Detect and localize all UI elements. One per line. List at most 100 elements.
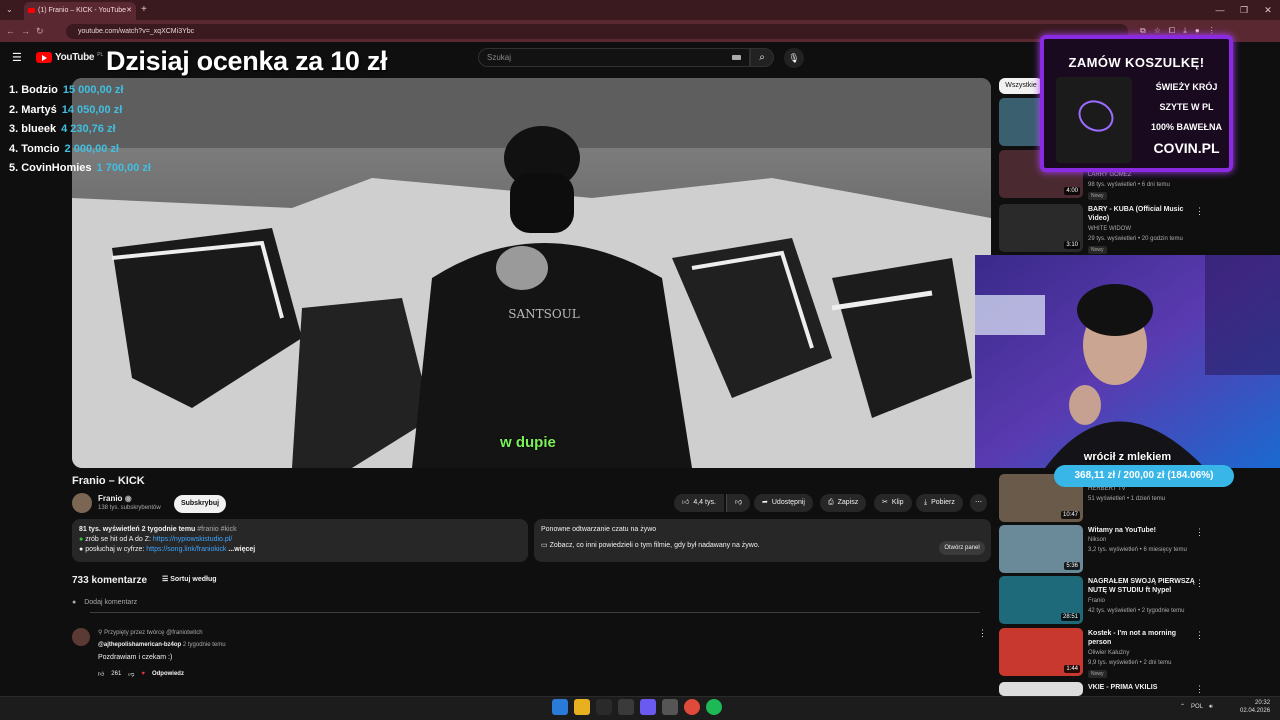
filter-chip-all[interactable]: Wszystkie	[999, 78, 1043, 94]
tray-chevron-icon[interactable]: ⌃	[1180, 699, 1185, 715]
forward-icon[interactable]: →	[21, 26, 36, 36]
video-thumbnail[interactable]: 28:51	[999, 576, 1083, 624]
recommended-video[interactable]: VKIE - PRIMA VKILIS ⋮	[999, 682, 1214, 696]
open-chat-panel-button[interactable]: Otwórz panel	[939, 541, 985, 555]
video-title[interactable]: Kostek - I'm not a morning person	[1088, 629, 1200, 647]
video-thumbnail[interactable]: 1:44	[999, 628, 1083, 676]
tshirt-image	[1056, 77, 1132, 163]
app-icon[interactable]	[662, 699, 678, 715]
more-actions-button[interactable]: ⋯	[970, 494, 987, 512]
more-options-icon[interactable]: ⋮	[1195, 684, 1204, 695]
close-window-icon[interactable]: ✕	[1256, 0, 1280, 20]
video-meta: 29 tys. wyświetleń • 20 godzin temu	[1088, 236, 1183, 242]
start-icon[interactable]	[552, 699, 568, 715]
video-frame-graffiti: SANTSOUL	[72, 78, 991, 468]
channel-avatar[interactable]	[72, 493, 92, 513]
video-channel[interactable]: Franio	[1088, 598, 1105, 604]
video-title[interactable]: Witamy na YouTube!	[1088, 526, 1200, 535]
recommended-video[interactable]: 1:44 Kostek - I'm not a morning person O…	[999, 628, 1214, 680]
recommended-video[interactable]: 5:36 Witamy na YouTube! Nikson 3,2 tys. …	[999, 525, 1214, 577]
comment-author[interactable]: @ajthepolishamerican-bz4op	[98, 642, 181, 648]
subscribe-button[interactable]: Subskrybuj	[174, 495, 226, 513]
browser-tab[interactable]: (1) Franio – KICK - YouTube ✕	[24, 2, 136, 20]
video-duration: 5:36	[1064, 562, 1080, 570]
channel-name-text: Franio	[98, 494, 123, 503]
video-meta: 3,2 tys. wyświetleń • 6 miesięcy temu	[1088, 547, 1187, 553]
youtube-logo[interactable]: YouTube PL	[36, 52, 103, 63]
clip-button[interactable]: ✂ Klip	[874, 494, 912, 512]
like-button[interactable]: 👍︎ 4,4 tys.	[674, 494, 724, 512]
app-icon[interactable]	[618, 699, 634, 715]
more-options-icon[interactable]: ⋮	[1195, 527, 1204, 538]
video-player[interactable]: SANTSOUL	[72, 78, 991, 468]
hashtags[interactable]: #franio #kick	[197, 526, 236, 533]
comment-time[interactable]: 2 tygodnie temu	[183, 642, 226, 648]
maximize-icon[interactable]: ❐	[1232, 0, 1256, 20]
dislike-button[interactable]: 👎︎	[726, 494, 751, 512]
leaderboard-amount: 2 000,00 zł	[64, 142, 119, 155]
svg-text:SANTSOUL: SANTSOUL	[508, 307, 580, 321]
reply-button[interactable]: Odpowiedz	[152, 671, 184, 677]
comment-header: @ajthepolishamerican-bz4op 2 tygodnie te…	[98, 642, 226, 648]
description-stats-line: 81 tys. wyświetleń 2 tygodnie temu #fran…	[79, 525, 521, 535]
video-description[interactable]: 81 tys. wyświetleń 2 tygodnie temu #fran…	[72, 519, 528, 562]
video-thumbnail[interactable]: 5:36	[999, 525, 1083, 573]
leaderboard-name: 5. CovinHomies	[9, 162, 92, 174]
donation-leaderboard: 1. Bodzio 15 000,00 zł 2. Martyś 14 050,00…	[9, 84, 151, 182]
search-input[interactable]: Szukaj	[478, 48, 750, 67]
video-title[interactable]: NAGRAŁEM SWOJĄ PIERWSZĄ NUTĘ W STUDIU ft…	[1088, 577, 1200, 595]
comment-count: 733 komentarze	[72, 575, 148, 586]
commenter-avatar[interactable]	[72, 628, 90, 646]
comment-dislike-icon[interactable]: 👎︎	[128, 670, 134, 678]
channel-name[interactable]: Franio ◉	[98, 494, 132, 503]
app-icon[interactable]	[596, 699, 612, 715]
file-explorer-icon[interactable]	[574, 699, 590, 715]
video-thumbnail[interactable]: 3:10	[999, 204, 1083, 252]
minimize-icon[interactable]: —	[1208, 0, 1232, 20]
recommended-video[interactable]: 28:51 NAGRAŁEM SWOJĄ PIERWSZĄ NUTĘ W STU…	[999, 576, 1214, 628]
recommended-video[interactable]: 3:10 BARY - KUBA (Official Music Video) …	[999, 204, 1214, 256]
reload-icon[interactable]: ↻	[36, 26, 50, 36]
new-tab-icon[interactable]: +	[141, 2, 147, 18]
more-options-icon[interactable]: ⋮	[1195, 578, 1204, 589]
video-thumbnail[interactable]	[999, 682, 1083, 696]
discord-icon[interactable]	[640, 699, 656, 715]
show-more-link[interactable]: ...więcej	[228, 546, 255, 553]
comment-more-icon[interactable]: ⋮	[978, 628, 987, 639]
tab-search-icon[interactable]: ⌄	[6, 2, 13, 18]
video-channel[interactable]: Nikson	[1088, 537, 1106, 543]
studio-link[interactable]: https://nypiowskistudio.pl/	[153, 536, 232, 543]
download-button[interactable]: ⤓ Pobierz	[916, 494, 963, 512]
search-button[interactable]: ⌕	[750, 48, 774, 67]
save-button[interactable]: ⎙ Zapisz	[820, 494, 867, 512]
more-options-icon[interactable]: ⋮	[1195, 206, 1204, 217]
volume-icon[interactable]: 🔊︎	[1209, 699, 1213, 715]
comment-actions: 👍︎ 261 👎︎ ♥ Odpowiedz	[98, 670, 184, 678]
add-comment-field[interactable]: ● Dodaj komentarz	[72, 599, 137, 606]
share-button[interactable]: ➦ Udostępnij	[754, 494, 813, 512]
voice-search-button[interactable]: 🎙︎	[784, 48, 804, 68]
comment-like-icon[interactable]: 👍︎	[98, 670, 104, 678]
video-channel[interactable]: WHITE WIDOW	[1088, 226, 1131, 232]
more-options-icon[interactable]: ⋮	[1195, 630, 1204, 641]
download-icon: ⤓	[924, 499, 928, 506]
song-link[interactable]: https://song.link/franiokick	[146, 546, 226, 553]
hamburger-menu-icon[interactable]: ☰	[12, 51, 22, 64]
close-tab-icon[interactable]: ✕	[126, 2, 132, 20]
video-channel[interactable]: Oliwier Kałużny	[1088, 650, 1129, 656]
chrome-icon[interactable]	[684, 699, 700, 715]
video-title[interactable]: VKIE - PRIMA VKILIS	[1088, 683, 1200, 692]
system-tray: ⌃ POL 🔊︎	[1180, 699, 1213, 715]
video-channel[interactable]: LARRY GOMEZ	[1088, 172, 1131, 178]
video-meta: 42 tys. wyświetleń • 2 tygodnie temu	[1088, 608, 1185, 614]
language-indicator[interactable]: POL	[1191, 699, 1203, 715]
spotify-icon[interactable]	[706, 699, 722, 715]
back-icon[interactable]: ←	[6, 26, 21, 36]
webcam-image	[975, 255, 1280, 468]
microphone-icon: 🎙︎	[788, 53, 800, 63]
url-field[interactable]: youtube.com/watch?v=_xqXCMi3Ybc	[66, 24, 1128, 39]
video-title[interactable]: BARY - KUBA (Official Music Video)	[1088, 205, 1200, 223]
sort-comments-button[interactable]: ☰ Sortuj według	[162, 575, 217, 583]
keyboard-icon[interactable]	[732, 55, 741, 60]
clock[interactable]: 20:32 02.04.2026	[1240, 699, 1270, 715]
